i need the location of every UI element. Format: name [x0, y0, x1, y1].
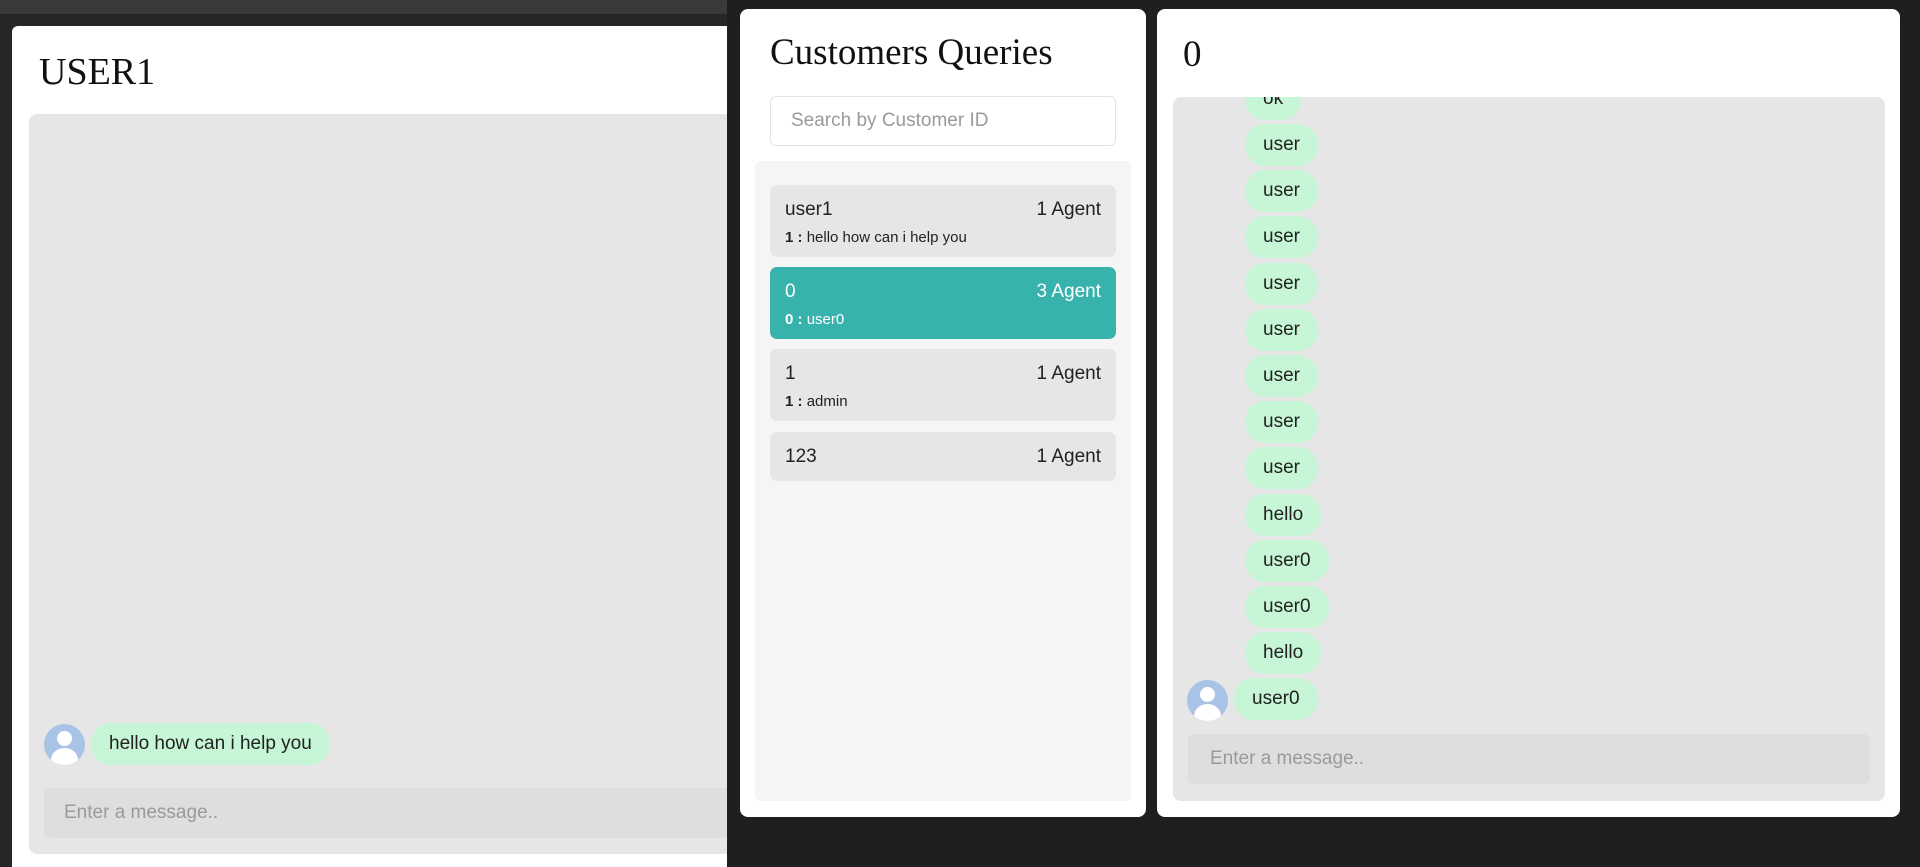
customers-queries-panel: Customers Queries user1 1 Agent 1 : hello…	[740, 9, 1146, 817]
query-preview: hello how can i help you	[806, 229, 967, 246]
conversation-message-input[interactable]	[1188, 734, 1870, 784]
message-bubble: user	[1245, 309, 1318, 351]
query-item-123[interactable]: 123 1 Agent	[770, 432, 1116, 481]
message-bubble: user	[1245, 401, 1318, 443]
message-bubble: hello how can i help you	[91, 723, 330, 765]
user-chat-window: USER1 hello how can i help you	[12, 26, 752, 867]
query-customer-id: 1	[785, 363, 796, 384]
query-agent-count: 1 Agent	[1036, 199, 1101, 220]
message-bubble: user0	[1234, 678, 1318, 720]
message-bubble: user	[1245, 355, 1318, 397]
message-bubble: hello	[1245, 632, 1322, 674]
message-bubble: user	[1245, 447, 1318, 489]
query-preview: admin	[806, 393, 848, 410]
message-bubble: user0	[1245, 586, 1329, 628]
avatar-icon	[1187, 680, 1228, 721]
query-agent-count: 3 Agent	[1036, 281, 1101, 302]
query-customer-id: 0	[785, 281, 796, 302]
query-item-user1[interactable]: user1 1 Agent 1 : hello how can i help yo…	[770, 185, 1116, 257]
user-chat-title: USER1	[39, 51, 156, 93]
message-bubble: user	[1245, 124, 1318, 166]
conversation-title: 0	[1183, 34, 1202, 75]
query-customer-id: user1	[785, 199, 833, 220]
query-preview: user0	[806, 311, 845, 328]
message-bubble: user	[1245, 263, 1318, 305]
message-bubble: user	[1245, 170, 1318, 212]
message-bubble: hello	[1245, 494, 1322, 536]
query-agent-count: 1 Agent	[1036, 446, 1101, 467]
conversation-panel: 0 ok user user user user user user user …	[1157, 9, 1900, 817]
query-item-1[interactable]: 1 1 Agent 1 : admin	[770, 349, 1116, 421]
search-customer-input[interactable]	[770, 96, 1116, 146]
message-bubble: ok	[1245, 97, 1302, 120]
message-row: hello how can i help you	[44, 723, 330, 765]
queries-title: Customers Queries	[770, 32, 1053, 73]
message-bubble: user	[1245, 216, 1318, 258]
query-list: user1 1 Agent 1 : hello how can i help yo…	[755, 161, 1131, 801]
query-sender: 1 :	[785, 229, 803, 246]
query-sender: 0 :	[785, 311, 803, 328]
query-item-0[interactable]: 0 3 Agent 0 : user0	[770, 267, 1116, 339]
query-sender: 1 :	[785, 393, 803, 410]
avatar-icon	[44, 723, 85, 765]
query-agent-count: 1 Agent	[1036, 363, 1101, 384]
query-customer-id: 123	[785, 446, 817, 467]
user-chat-messages: hello how can i help you	[29, 114, 752, 854]
user-message-input[interactable]	[44, 788, 752, 838]
message-bubble: user0	[1245, 540, 1329, 582]
conversation-messages: ok user user user user user user user us…	[1173, 97, 1885, 801]
